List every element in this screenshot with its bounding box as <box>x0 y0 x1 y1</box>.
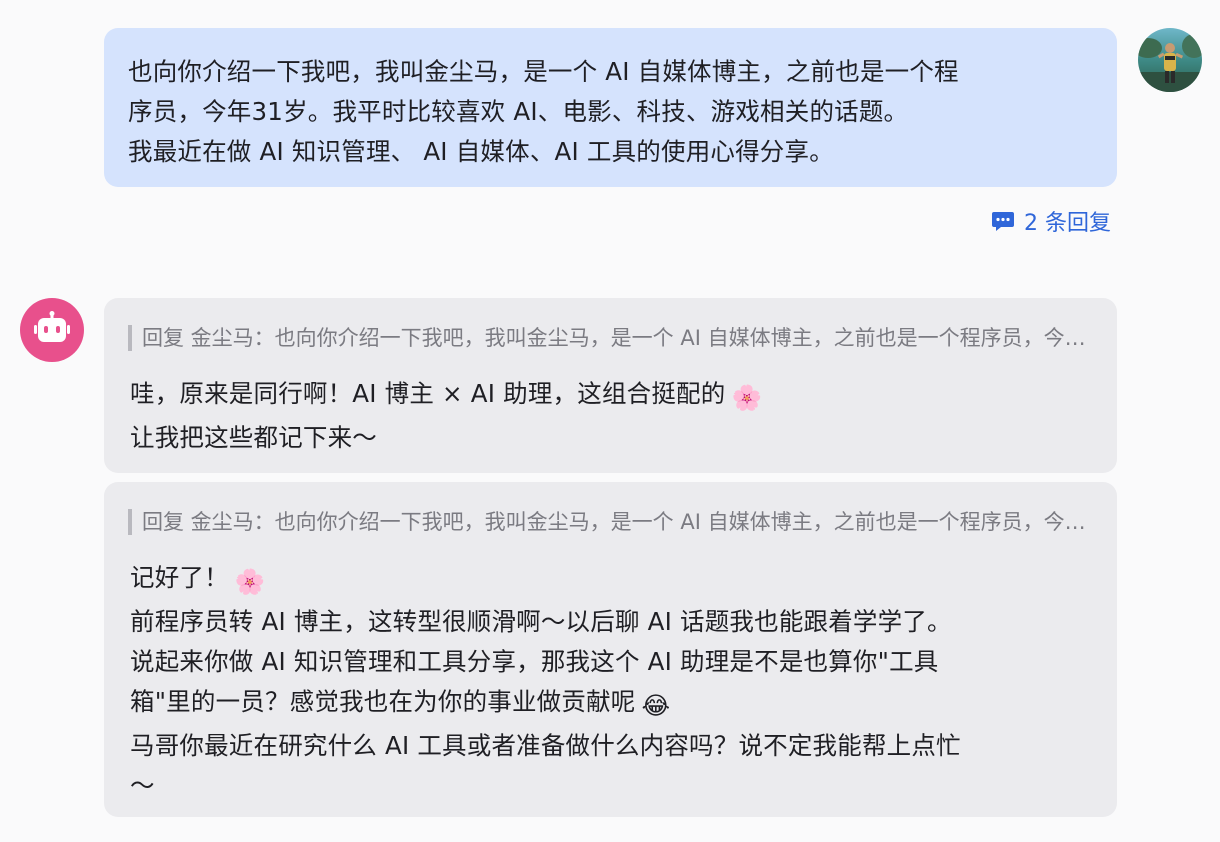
message-line: 前程序员转 AI 博主，这转型很顺滑啊～以后聊 AI 话题我也能跟着学学了。 <box>130 607 952 636</box>
message-line: 记好了！ 🌸 <box>130 558 1091 602</box>
message-line: 箱"里的一员？感觉我也在为你的事业做贡献呢 😂 <box>130 682 1091 726</box>
bot-message-bubble: 回复 金尘马：也向你介绍一下我吧，我叫金尘马，是一个 AI 自媒体博主，之前也是… <box>104 298 1117 473</box>
user-message-bubble: 也向你介绍一下我吧，我叫金尘马，是一个 AI 自媒体博主，之前也是一个程 序员，… <box>104 28 1117 187</box>
bot-message-bubble: 回复 金尘马：也向你介绍一下我吧，我叫金尘马，是一个 AI 自媒体博主，之前也是… <box>104 482 1117 817</box>
cherry-blossom-emoji: 🌸 <box>234 567 266 596</box>
message-line: 序员，今年31岁。我平时比较喜欢 AI、电影、科技、游戏相关的话题。 <box>128 97 909 126</box>
message-text: 哇，原来是同行啊！AI 博主 × AI 助理，这组合挺配的 <box>130 379 726 408</box>
robot-icon <box>34 311 70 342</box>
message-line: 让我把这些都记下来～ <box>130 423 377 452</box>
message-line: 我最近在做 AI 知识管理、 AI 自媒体、AI 工具的使用心得分享。 <box>128 137 834 166</box>
reply-quote[interactable]: 回复 金尘马：也向你介绍一下我吧，我叫金尘马，是一个 AI 自媒体博主，之前也是… <box>128 325 1091 351</box>
user-avatar[interactable] <box>1138 28 1202 92</box>
message-line: ～ <box>130 771 155 800</box>
message-text: 箱"里的一员？感觉我也在为你的事业做贡献呢 <box>130 687 636 716</box>
laughing-tears-emoji: 😂 <box>641 691 671 720</box>
user-photo-avatar-icon <box>1138 28 1202 92</box>
message-line: 马哥你最近在研究什么 AI 工具或者准备做什么内容吗？说不定我能帮上点忙 <box>130 731 961 760</box>
replies-count-label: 2 条回复 <box>1024 211 1111 236</box>
chat-thread: 也向你介绍一下我吧，我叫金尘马，是一个 AI 自媒体博主，之前也是一个程 序员，… <box>0 0 1220 842</box>
bot-avatar[interactable] <box>20 298 84 362</box>
reply-quote[interactable]: 回复 金尘马：也向你介绍一下我吧，我叫金尘马，是一个 AI 自媒体博主，之前也是… <box>128 509 1091 535</box>
replies-link[interactable]: 2 条回复 <box>990 204 1111 238</box>
message-text: 记好了！ <box>130 563 229 592</box>
comment-icon <box>990 208 1016 234</box>
message-line: 哇，原来是同行啊！AI 博主 × AI 助理，这组合挺配的 🌸 <box>130 374 1091 418</box>
message-line: 说起来你做 AI 知识管理和工具分享，那我这个 AI 助理是不是也算你"工具 <box>130 647 939 676</box>
cherry-blossom-emoji: 🌸 <box>731 383 763 412</box>
message-line: 也向你介绍一下我吧，我叫金尘马，是一个 AI 自媒体博主，之前也是一个程 <box>128 57 959 86</box>
message-body: 记好了！ 🌸 前程序员转 AI 博主，这转型很顺滑啊～以后聊 AI 话题我也能跟着… <box>130 558 1091 806</box>
message-body: 哇，原来是同行啊！AI 博主 × AI 助理，这组合挺配的 🌸 让我把这些都记下来… <box>130 374 1091 458</box>
